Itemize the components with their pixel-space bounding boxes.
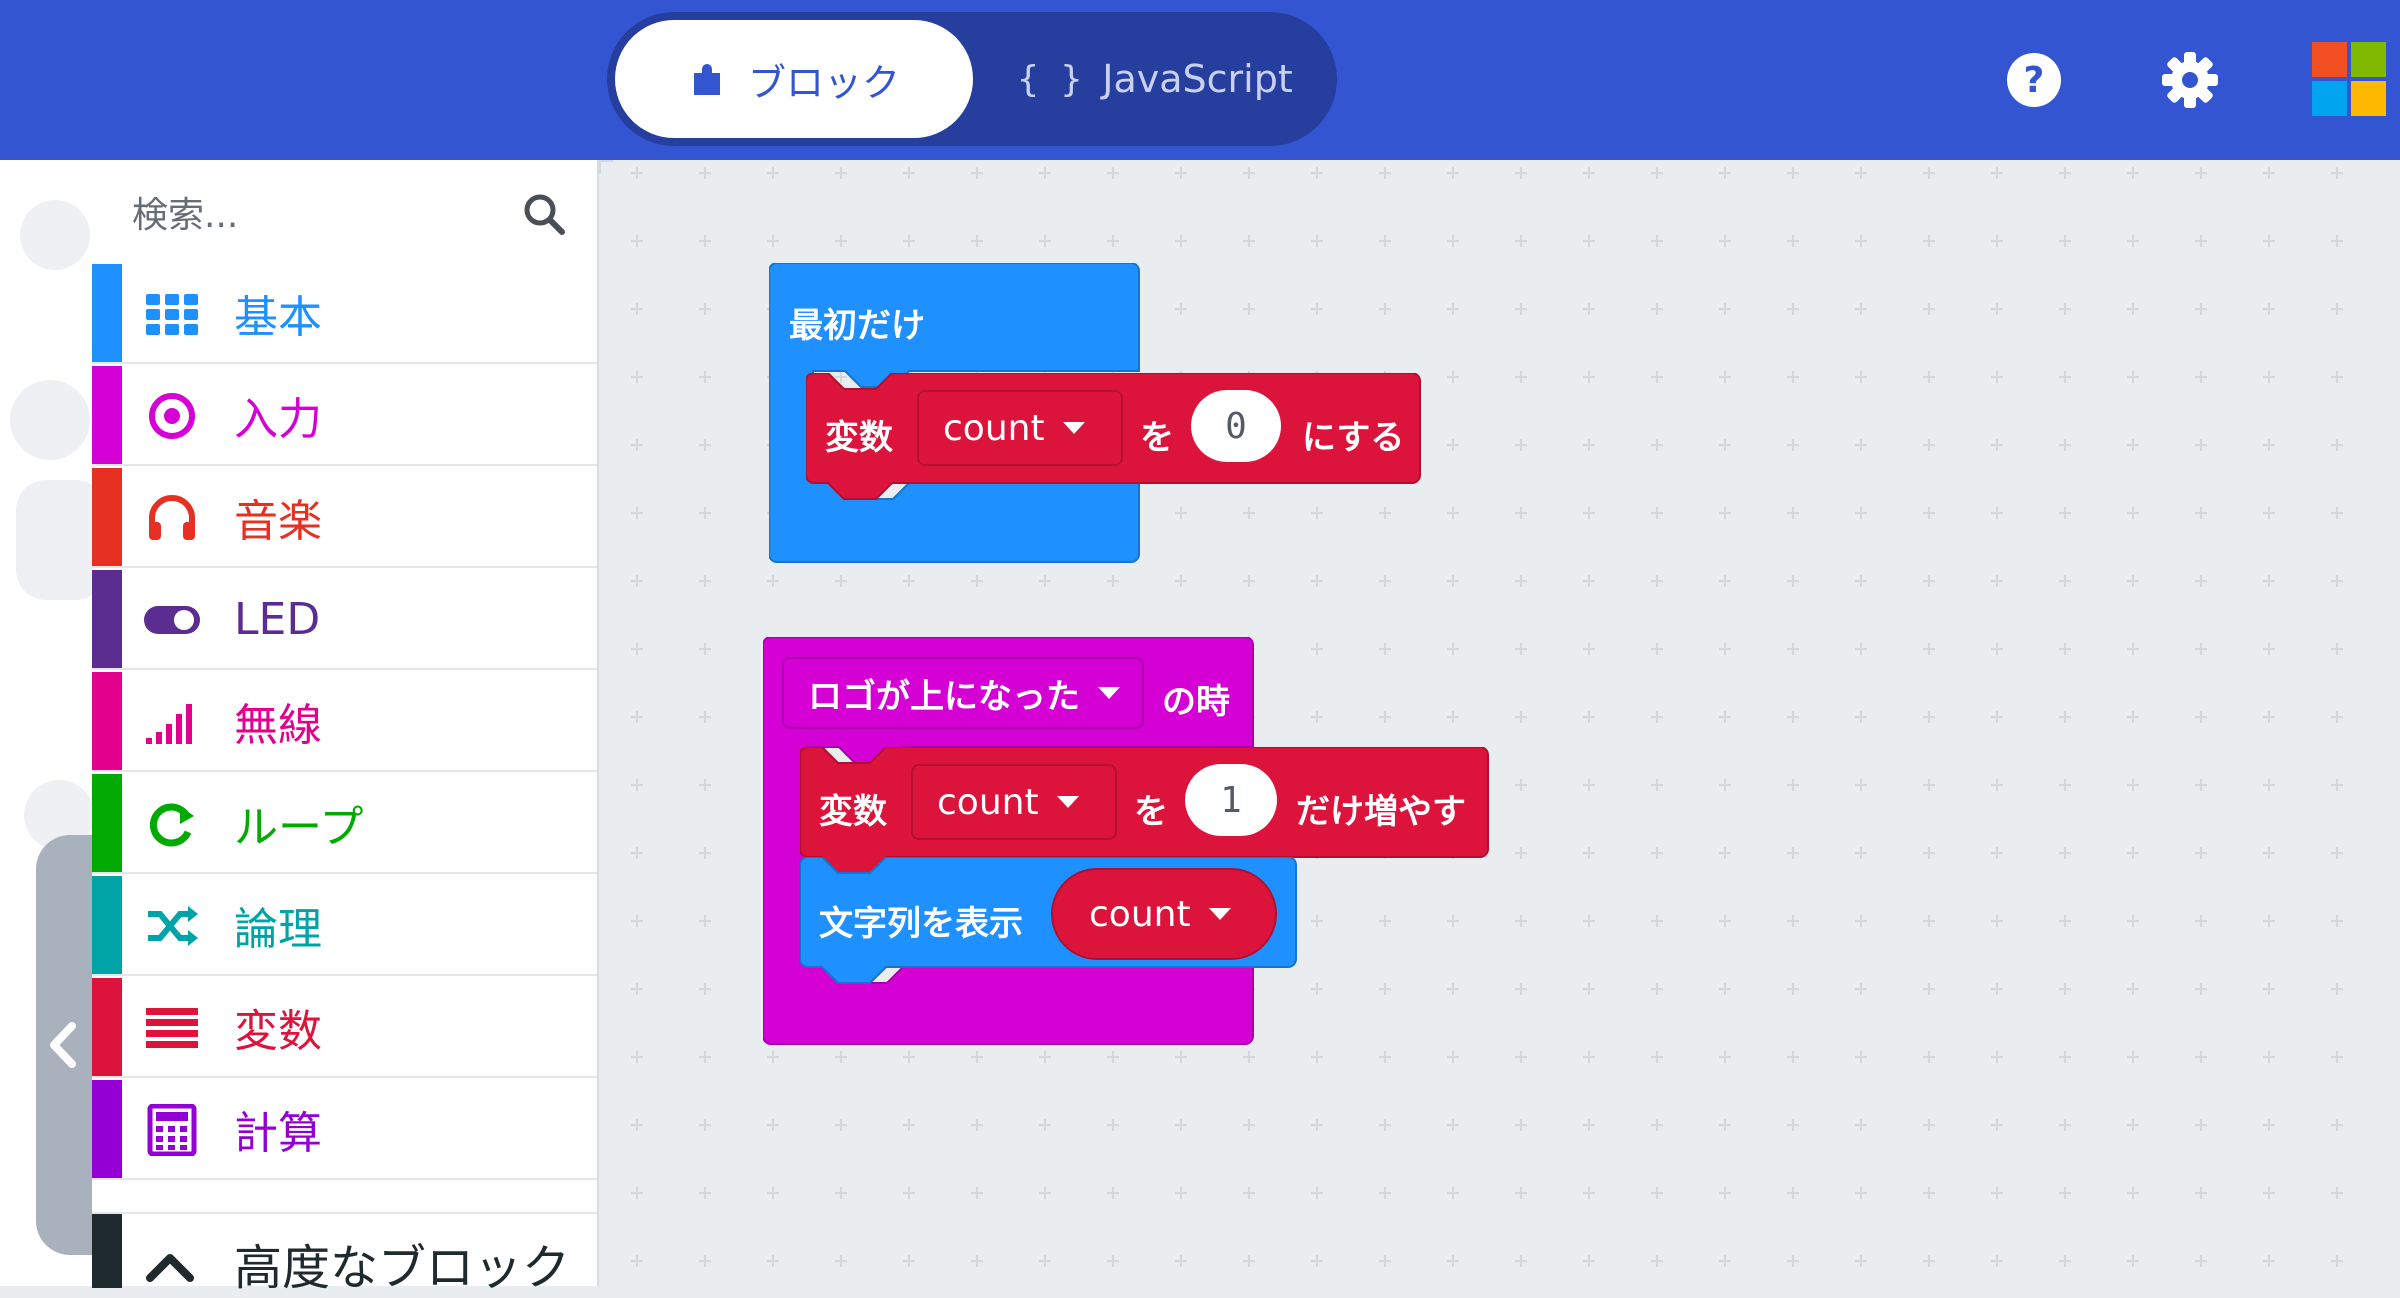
category-label: 変数 [234,1006,322,1057]
help-icon[interactable]: ? [2004,50,2064,110]
headphones-icon [149,495,195,540]
category-label: ループ [234,802,364,853]
toggle-icon [144,606,200,634]
chevron-up-icon [146,1254,194,1282]
search-input[interactable]: 検索... [132,186,238,238]
category-logic[interactable]: 論理 [92,876,597,976]
category-label: 音楽 [234,496,322,547]
change-value-input[interactable]: 1 [1185,764,1277,836]
set-variable-particle: を [1140,418,1174,458]
tab-javascript-label: JavaScript [1102,57,1293,101]
dropdown-arrow-icon [1208,908,1231,920]
category-color-bar [92,876,122,974]
search-box[interactable]: 検索... [92,160,597,264]
gesture-name: ロゴが上になった [808,676,1080,717]
category-label: LED [234,593,321,645]
shuffle-icon [148,906,198,946]
category-music[interactable]: 音楽 [92,468,597,568]
chevron-left-icon [50,1022,76,1068]
advanced-blocks-toggle[interactable]: 高度なブロック [92,1212,597,1296]
category-color-bar [92,1080,122,1178]
grid-icon [146,294,198,335]
category-color-bar [92,978,122,1076]
on-start-label: 最初だけ [789,306,925,346]
category-led[interactable]: LED [92,570,597,670]
gear-icon[interactable] [2160,50,2220,110]
tab-blocks-label: ブロック [747,60,900,105]
category-loops[interactable]: ループ [92,774,597,874]
category-color-bar [92,366,122,464]
category-color-bar [92,264,122,362]
microsoft-logo[interactable] [2312,42,2386,116]
toolbox: 検索... 基本 入力 音楽 LED 無線 ループ 論理 変数 計算 高度なブロ… [92,160,599,1296]
dropdown-arrow-icon [1098,687,1120,699]
set-variable-prefix: 変数 [825,418,893,458]
variable-dropdown[interactable]: count [917,390,1123,466]
tab-blocks[interactable]: ブロック [615,20,973,138]
tab-javascript[interactable]: { } JavaScript [985,20,1325,138]
category-label: 無線 [234,700,322,751]
change-variable-suffix: だけ増やす [1296,792,1466,832]
category-label: 論理 [234,904,322,955]
braces-icon: { } [1017,58,1083,100]
category-variables[interactable]: 変数 [92,978,597,1078]
calculator-icon [147,1104,197,1156]
category-math[interactable]: 計算 [92,1080,597,1180]
svg-text:?: ? [2024,60,2045,101]
category-label: 基本 [234,292,322,343]
category-input[interactable]: 入力 [92,366,597,466]
category-basic[interactable]: 基本 [92,264,597,364]
on-gesture-suffix: の時 [1162,682,1230,722]
variable-name: count [1089,893,1191,935]
list-icon [146,1008,198,1048]
category-color-bar [92,774,122,872]
category-label: 入力 [234,394,322,445]
category-color-bar [92,468,122,566]
category-color-bar [92,1214,122,1288]
show-string-label: 文字列を表示 [819,904,1023,944]
editor-mode-toggle: ブロック { } JavaScript [607,12,1337,146]
puzzle-icon [693,64,720,95]
variable-name: count [943,407,1045,449]
variable-dropdown[interactable]: count [911,764,1117,840]
advanced-blocks-label: 高度なブロック [234,1240,571,1296]
category-radio[interactable]: 無線 [92,672,597,772]
variable-name: count [937,781,1039,823]
change-variable-prefix: 変数 [819,792,887,832]
gesture-dropdown[interactable]: ロゴが上になった [782,657,1144,729]
dropdown-arrow-icon [1056,796,1079,808]
category-color-bar [92,672,122,770]
set-value-input[interactable]: 0 [1191,390,1281,462]
signal-icon [146,704,192,744]
category-color-bar [92,570,122,668]
set-variable-suffix: にする [1302,418,1405,458]
top-bar: ブロック { } JavaScript ? [0,0,2400,160]
dropdown-arrow-icon [1062,422,1085,434]
category-label: 計算 [234,1108,322,1159]
target-icon [149,393,195,439]
search-icon[interactable] [522,192,566,236]
change-variable-particle: を [1134,792,1168,832]
blocks-workspace[interactable]: 最初だけ 変数 count を 0 にする ロゴが上になった の時 変数 cou… [599,160,2400,1286]
refresh-icon [149,803,194,847]
variable-reporter-dropdown[interactable]: count [1051,868,1277,960]
